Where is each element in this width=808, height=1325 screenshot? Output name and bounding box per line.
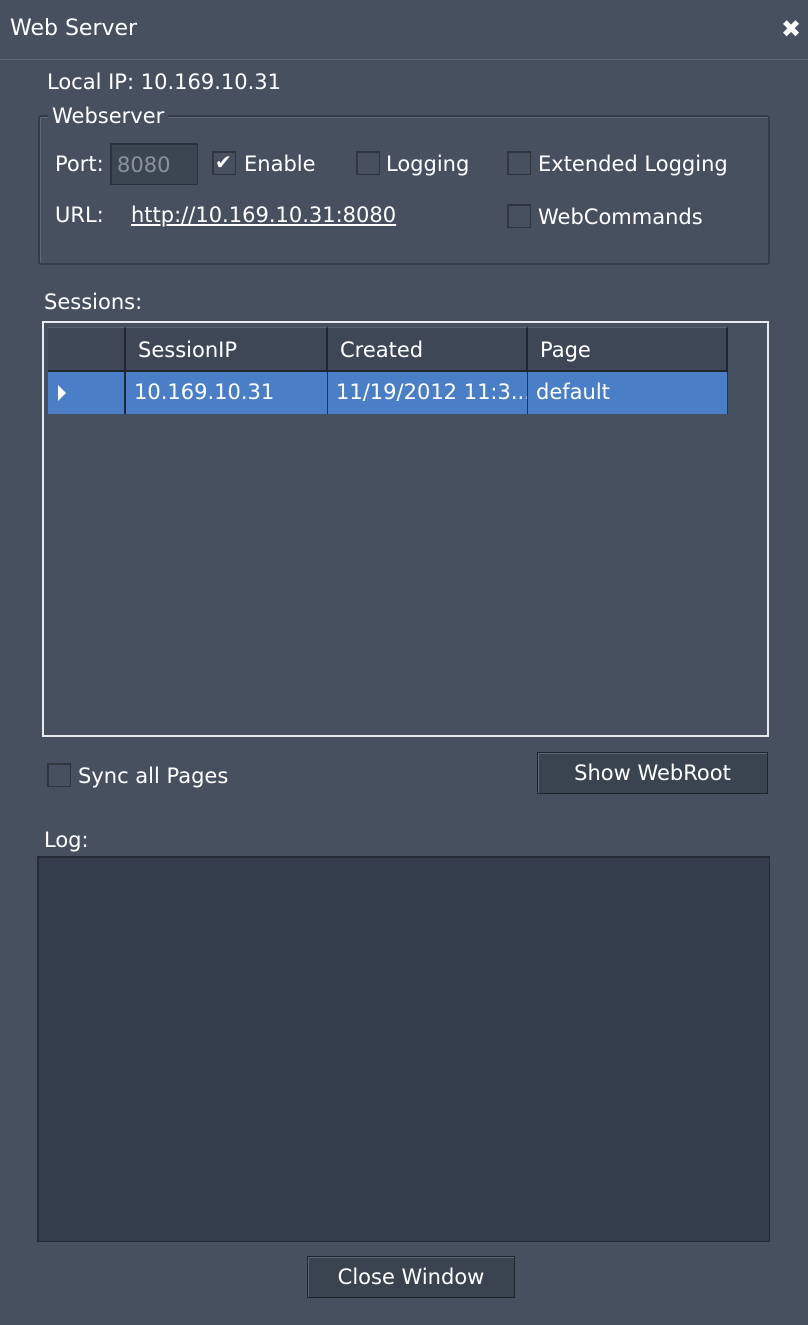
column-header-sessionip[interactable]: SessionIP xyxy=(126,327,328,372)
table-row[interactable]: 10.169.10.31 11/19/2012 11:3... default xyxy=(48,372,728,414)
show-webroot-button[interactable]: Show WebRoot xyxy=(537,752,768,794)
column-header-page[interactable]: Page xyxy=(528,327,728,372)
sessions-label: Sessions: xyxy=(44,290,143,314)
sync-all-pages-label[interactable]: Sync all Pages xyxy=(78,764,228,788)
url-label: URL: xyxy=(55,203,104,227)
row-pointer-icon xyxy=(58,385,66,401)
webcommands-label[interactable]: WebCommands xyxy=(538,205,703,229)
sync-all-pages-checkbox[interactable] xyxy=(47,763,71,787)
webserver-groupbox xyxy=(38,115,770,265)
webserver-group-title: Webserver xyxy=(48,104,169,128)
window-title: Web Server xyxy=(10,16,138,41)
logging-checkbox[interactable] xyxy=(356,151,380,175)
enable-checkbox[interactable] xyxy=(212,150,236,175)
sessions-table[interactable]: SessionIP Created Page 10.169.10.31 11/1… xyxy=(42,321,769,737)
extended-logging-label[interactable]: Extended Logging xyxy=(538,152,728,176)
cell-page[interactable]: default xyxy=(528,372,728,414)
cell-session-ip[interactable]: 10.169.10.31 xyxy=(126,372,328,414)
extended-logging-checkbox[interactable] xyxy=(507,151,531,175)
local-ip-row: Local IP: 10.169.10.31 xyxy=(47,70,281,94)
logging-label[interactable]: Logging xyxy=(386,152,469,176)
row-selector[interactable] xyxy=(48,372,126,414)
enable-label[interactable]: Enable xyxy=(244,152,316,176)
webcommands-checkbox[interactable] xyxy=(507,204,531,228)
url-link[interactable]: http://10.169.10.31:8080 xyxy=(131,203,396,227)
web-server-window: Web Server ✖ Local IP: 10.169.10.31 Webs… xyxy=(0,0,808,1325)
log-textarea[interactable] xyxy=(37,856,770,1242)
cell-created[interactable]: 11/19/2012 11:3... xyxy=(328,372,528,414)
port-label: Port: xyxy=(55,152,104,176)
row-header-corner xyxy=(48,327,126,372)
local-ip-value: 10.169.10.31 xyxy=(140,70,282,94)
port-input[interactable]: 8080 xyxy=(110,143,198,185)
close-icon[interactable]: ✖ xyxy=(780,17,802,41)
column-header-created[interactable]: Created xyxy=(328,327,528,372)
log-label: Log: xyxy=(44,828,89,852)
local-ip-label: Local IP: xyxy=(47,70,135,94)
title-bar[interactable]: Web Server ✖ xyxy=(0,0,808,60)
close-window-button[interactable]: Close Window xyxy=(307,1256,515,1298)
sessions-table-header: SessionIP Created Page xyxy=(48,327,728,372)
